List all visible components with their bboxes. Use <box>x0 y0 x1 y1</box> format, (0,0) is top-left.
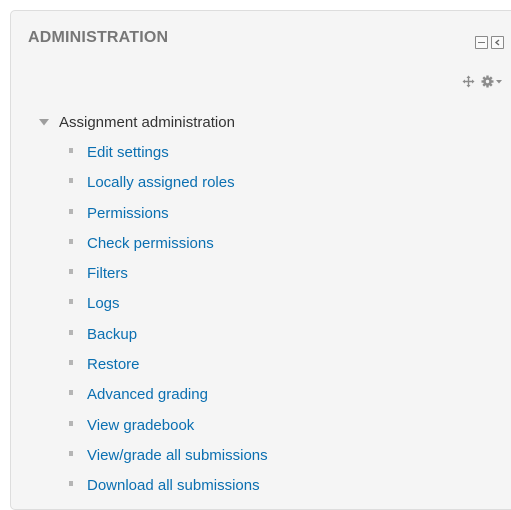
list-item: View/grade all submissions <box>69 447 268 477</box>
link-download-all-submissions[interactable]: Download all submissions <box>87 476 260 496</box>
bullet-icon <box>69 148 73 153</box>
list-item: Restore <box>69 356 268 386</box>
list-item: Download all submissions <box>69 477 268 507</box>
bullet-icon <box>69 360 73 366</box>
bullet-icon <box>69 238 73 244</box>
list-item: Locally assigned roles <box>69 174 268 204</box>
bullet-icon <box>69 420 73 426</box>
list-item: Advanced grading <box>69 386 268 416</box>
list-item: Check permissions <box>69 235 268 265</box>
block-controls <box>475 36 504 49</box>
bullet-icon <box>69 269 73 275</box>
hide-block-icon[interactable] <box>475 36 488 49</box>
list-item: Permissions <box>69 205 268 235</box>
link-check-permissions[interactable]: Check permissions <box>87 234 214 254</box>
block-actions-menu[interactable] <box>481 75 502 88</box>
link-view-gradebook[interactable]: View gradebook <box>87 416 194 436</box>
admin-links-list: Edit settings Locally assigned roles Per… <box>69 144 268 508</box>
link-locally-assigned-roles[interactable]: Locally assigned roles <box>87 173 235 193</box>
administration-block: ADMINISTRATION Assignment administration… <box>10 10 511 510</box>
list-item: Edit settings <box>69 144 268 174</box>
link-restore[interactable]: Restore <box>87 355 140 375</box>
bullet-icon <box>69 390 73 396</box>
bullet-icon <box>69 208 73 214</box>
list-item: Logs <box>69 295 268 325</box>
link-backup[interactable]: Backup <box>87 325 137 345</box>
chevron-down-icon <box>496 79 502 84</box>
link-view-grade-all-submissions[interactable]: View/grade all submissions <box>87 446 268 466</box>
list-item: Backup <box>69 326 268 356</box>
list-item: View gradebook <box>69 417 268 447</box>
bullet-icon <box>69 178 73 184</box>
tree-root-label: Assignment administration <box>59 114 235 131</box>
block-title: ADMINISTRATION <box>28 29 169 46</box>
link-filters[interactable]: Filters <box>87 264 128 284</box>
block-actions <box>462 75 502 88</box>
bullet-icon <box>69 329 73 335</box>
gear-icon <box>481 75 494 88</box>
bullet-icon <box>69 450 73 456</box>
dock-block-icon[interactable] <box>491 36 504 49</box>
list-item: Filters <box>69 265 268 295</box>
bullet-icon <box>69 299 73 305</box>
tree-root[interactable]: Assignment administration <box>39 114 235 131</box>
link-edit-settings[interactable]: Edit settings <box>87 143 169 163</box>
move-icon[interactable] <box>462 75 475 88</box>
bullet-icon <box>69 481 73 487</box>
link-advanced-grading[interactable]: Advanced grading <box>87 385 208 405</box>
expanded-triangle-icon <box>39 119 49 126</box>
link-permissions[interactable]: Permissions <box>87 204 169 224</box>
link-logs[interactable]: Logs <box>87 294 120 314</box>
